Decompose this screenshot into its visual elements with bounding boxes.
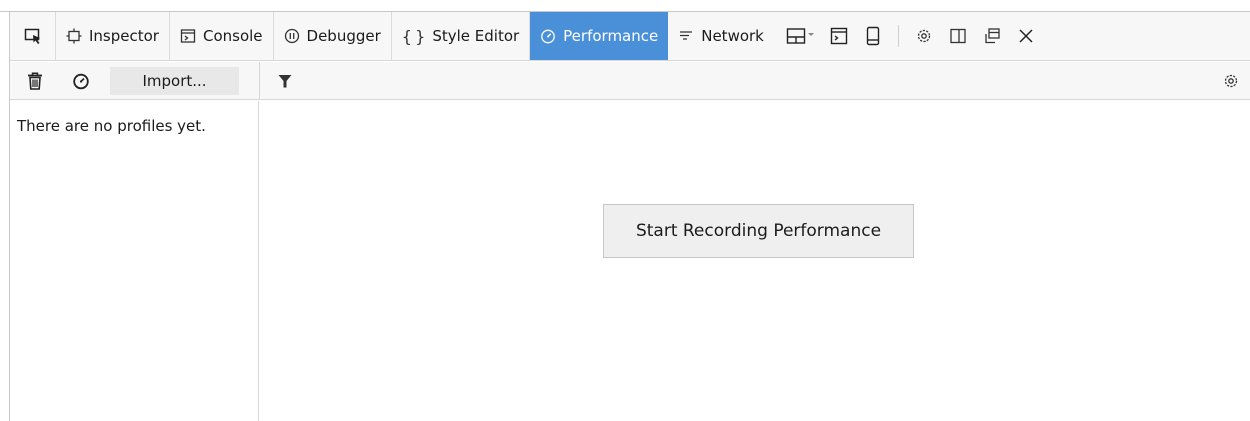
- dock-side-button[interactable]: [941, 12, 975, 60]
- import-label: Import...: [142, 71, 207, 90]
- record-button[interactable]: [62, 66, 100, 96]
- tab-style-editor[interactable]: { } Style Editor: [392, 12, 531, 60]
- element-picker-icon: [24, 27, 42, 45]
- empty-recordings-notice: There are no profiles yet.: [17, 117, 206, 135]
- close-toolbox-button[interactable]: [1009, 12, 1043, 60]
- toolbar-separator: [897, 25, 899, 47]
- separate-window-button[interactable]: [975, 12, 1009, 60]
- tab-label: Console: [202, 27, 263, 45]
- tab-inspector[interactable]: Inspector: [56, 12, 170, 60]
- recordings-list: There are no profiles yet.: [10, 101, 259, 421]
- scratchpad-button[interactable]: [822, 12, 856, 60]
- tab-label: Debugger: [306, 27, 381, 45]
- tab-label: Network: [701, 27, 764, 45]
- recordings-toolbar: Import...: [10, 62, 259, 100]
- tab-label: Performance: [563, 27, 659, 45]
- close-icon: [1018, 28, 1034, 44]
- trash-icon: [27, 71, 43, 90]
- start-recording-button[interactable]: Start Recording Performance: [603, 204, 914, 258]
- devtools-toolbar: Inspector Console Debugger { } Style Edi…: [10, 12, 1250, 61]
- tab-label: Inspector: [89, 27, 159, 45]
- console-icon: [180, 28, 196, 44]
- network-icon: [678, 28, 694, 44]
- tab-network[interactable]: Network: [668, 12, 774, 60]
- start-recording-label: Start Recording Performance: [635, 221, 882, 241]
- performance-details: Start Recording Performance: [260, 101, 1250, 421]
- performance-icon: [540, 28, 556, 44]
- tab-debugger[interactable]: Debugger: [274, 12, 392, 60]
- element-picker-button[interactable]: [10, 12, 56, 60]
- toolbox-tools: [780, 12, 1043, 60]
- scratchpad-icon: [830, 27, 848, 45]
- details-toolbar: [259, 62, 1250, 100]
- tab-performance[interactable]: Performance: [530, 12, 669, 60]
- responsive-layout-button[interactable]: [780, 12, 822, 60]
- settings-button[interactable]: [907, 12, 941, 60]
- import-button[interactable]: Import...: [110, 66, 239, 95]
- performance-options-button[interactable]: [1214, 66, 1248, 96]
- responsive-layout-icon: [786, 27, 816, 45]
- settings-icon: [1222, 72, 1240, 90]
- screenshot-button[interactable]: [856, 12, 890, 60]
- dock-side-icon: [949, 27, 967, 45]
- screenshot-icon: [866, 26, 880, 46]
- debugger-icon: [284, 28, 300, 44]
- tab-console[interactable]: Console: [170, 12, 274, 60]
- tab-label: Style Editor: [432, 27, 520, 45]
- filter-button[interactable]: [268, 66, 302, 96]
- style-editor-icon: { }: [401, 26, 426, 46]
- filter-icon: [277, 73, 293, 89]
- stopwatch-icon: [72, 72, 90, 90]
- clear-recordings-button[interactable]: [16, 66, 54, 96]
- inspector-icon: [66, 28, 82, 44]
- settings-icon: [915, 27, 933, 45]
- separate-window-icon: [983, 27, 1001, 45]
